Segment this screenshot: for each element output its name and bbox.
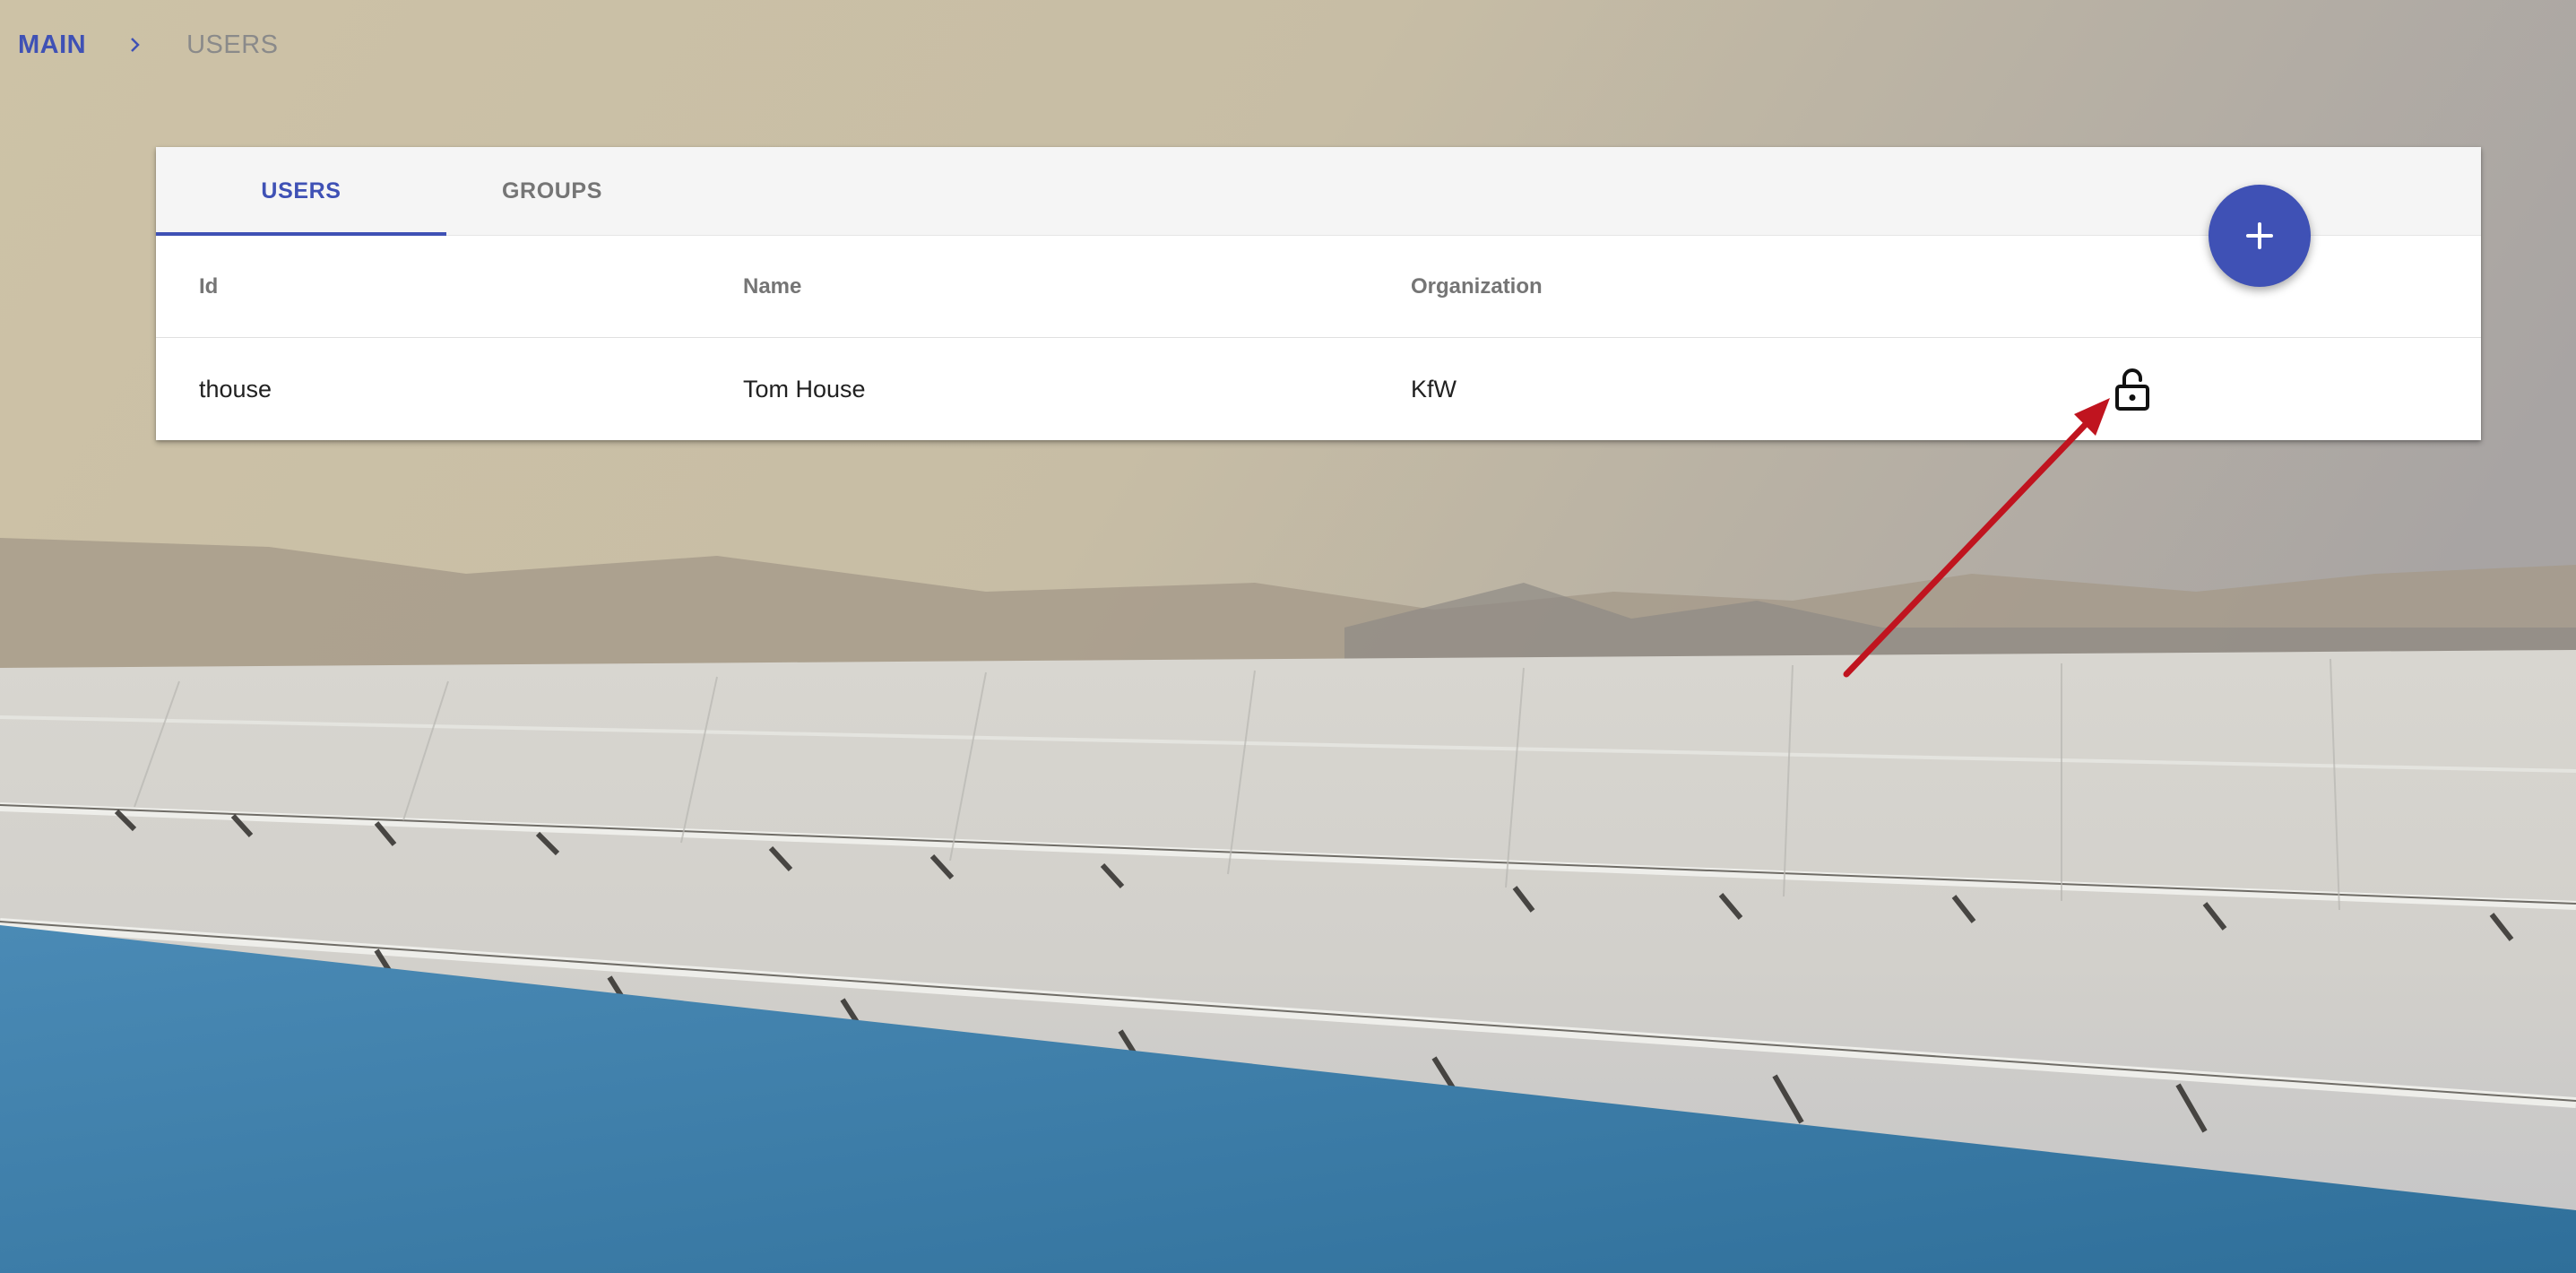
plus-icon	[2246, 222, 2273, 249]
column-header-name[interactable]: Name	[743, 236, 801, 337]
page: MAIN USERS USERS GROUPS Id Name Organiza…	[0, 0, 2576, 1273]
breadcrumb: MAIN USERS	[18, 27, 279, 63]
cell-organization: KfW	[1411, 376, 1457, 403]
table-row[interactable]: thouse Tom House KfW	[156, 338, 2481, 440]
tab-bar: USERS GROUPS	[156, 147, 2481, 236]
column-header-id[interactable]: Id	[199, 236, 218, 337]
tab-users[interactable]: USERS	[156, 147, 446, 236]
column-header-organization[interactable]: Organization	[1411, 236, 1543, 337]
users-table: Id Name Organization thouse Tom House Kf…	[156, 236, 2481, 440]
tab-groups[interactable]: GROUPS	[446, 147, 658, 235]
cell-name: Tom House	[743, 376, 866, 403]
users-card: USERS GROUPS Id Name Organization thouse…	[156, 147, 2481, 440]
cell-id: thouse	[199, 376, 272, 403]
unlock-user-button[interactable]	[2110, 367, 2155, 411]
lock-open-icon	[2115, 368, 2149, 411]
add-user-button[interactable]	[2209, 185, 2311, 287]
breadcrumb-main-link[interactable]: MAIN	[18, 30, 86, 60]
chevron-right-icon	[129, 37, 142, 53]
table-header: Id Name Organization	[156, 236, 2481, 338]
breadcrumb-current: USERS	[186, 30, 279, 59]
